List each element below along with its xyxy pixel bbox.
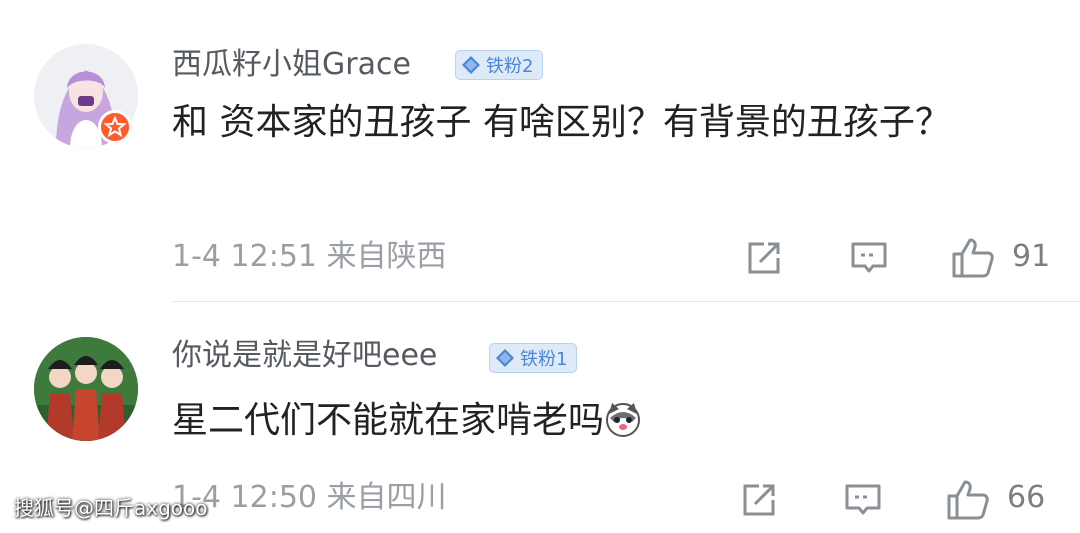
fan-badge-label: 铁粉1 xyxy=(520,349,568,370)
like-button[interactable] xyxy=(950,236,996,284)
reply-button[interactable] xyxy=(849,238,889,282)
diamond-icon xyxy=(462,56,480,74)
comment-meta: 1-4 12:50 来自四川 xyxy=(172,480,447,515)
vip-star-icon xyxy=(98,110,132,144)
like-count: 66 xyxy=(1007,480,1046,515)
share-icon xyxy=(748,242,780,274)
avatar[interactable] xyxy=(34,337,138,441)
share-button[interactable] xyxy=(744,238,784,282)
like-count: 91 xyxy=(1012,239,1051,274)
share-icon xyxy=(743,484,775,516)
username[interactable]: 西瓜籽小姐Grace xyxy=(172,50,411,80)
fan-level-badge[interactable]: 铁粉2 xyxy=(455,50,543,80)
fan-level-badge[interactable]: 铁粉1 xyxy=(489,343,577,373)
comment-meta: 1-4 12:51 来自陕西 xyxy=(172,239,447,274)
comment-text-body: 和 资本家的丑孩子 有啥区别？有背景的丑孩子？ xyxy=(172,102,951,143)
comment-text: 星二代们不能就在家啃老吗 xyxy=(172,388,1012,454)
diamond-icon xyxy=(496,349,514,367)
comment-icon xyxy=(851,242,887,273)
username[interactable]: 你说是就是好吧eee xyxy=(172,341,437,371)
watermark: 搜狐号@四斤axgooo xyxy=(14,496,208,520)
husky-dog-emoji xyxy=(606,403,641,437)
comment-text: 和 资本家的丑孩子 有啥区别？有背景的丑孩子？ xyxy=(172,90,1012,156)
comment-item: 西瓜籽小姐Grace 铁粉2 和 资本家的丑孩子 有啥区别？有背景的丑孩子？ 1… xyxy=(0,0,1080,302)
comment-icon xyxy=(845,484,881,515)
like-button[interactable] xyxy=(945,478,991,526)
thumbs-up-icon xyxy=(947,480,989,520)
thumbs-up-icon xyxy=(952,238,994,278)
comment-text-body: 星二代们不能就在家啃老吗 xyxy=(172,400,605,441)
share-button[interactable] xyxy=(739,480,779,524)
fan-badge-label: 铁粉2 xyxy=(486,56,534,77)
reply-button[interactable] xyxy=(843,480,883,524)
